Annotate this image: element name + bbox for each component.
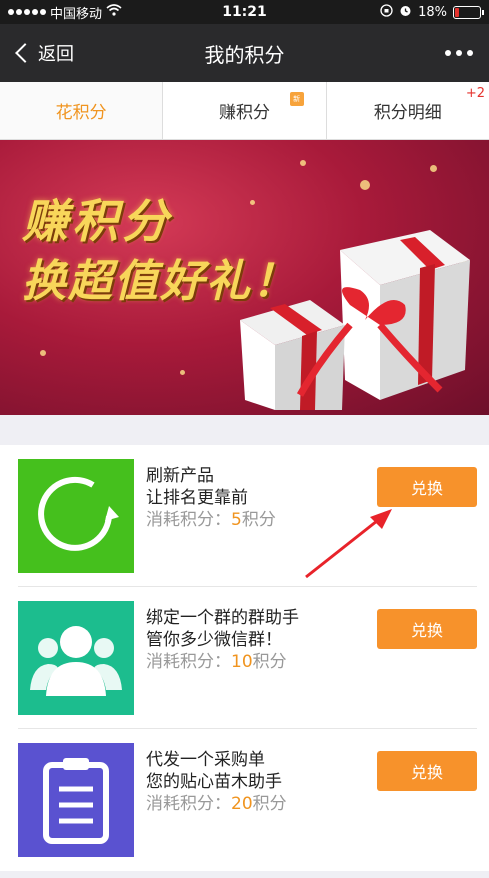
list-item: 绑定一个群的群助手 管你多少微信群！ 消耗积分：10积分 兑换 bbox=[0, 587, 489, 729]
tab-label: 赚积分 bbox=[218, 103, 270, 123]
status-bar: 中国移动 11:21 18% bbox=[0, 0, 489, 24]
more-dot-icon bbox=[456, 50, 462, 56]
battery-fill bbox=[455, 7, 460, 17]
annotation-arrow bbox=[305, 509, 392, 579]
item-text: 代发一个采购单 您的贴心苗木助手 消耗积分：20积分 bbox=[146, 749, 377, 871]
battery-icon bbox=[453, 5, 484, 19]
more-dot-icon bbox=[467, 50, 473, 56]
group-icon bbox=[18, 601, 134, 715]
cost-label: 消耗积分： bbox=[146, 510, 231, 530]
cost-value: 10 bbox=[231, 652, 253, 672]
tab-label: 花积分 bbox=[55, 103, 107, 123]
sparkle-decoration bbox=[430, 165, 437, 172]
cost-label: 消耗积分： bbox=[146, 652, 231, 672]
exchange-button[interactable]: 兑换 bbox=[377, 467, 477, 507]
rotation-lock-icon bbox=[380, 3, 393, 21]
promo-banner[interactable]: 赚积分 换超值好礼！ bbox=[0, 140, 489, 415]
list-item: 刷新产品 让排名更靠前 消耗积分：5积分 兑换 bbox=[0, 445, 489, 587]
tab-earn-points[interactable]: 赚积分 新 bbox=[163, 82, 327, 139]
item-title: 代发一个采购单 bbox=[146, 750, 265, 770]
sparkle-decoration bbox=[360, 180, 370, 190]
item-subtitle: 管你多少微信群！ bbox=[146, 630, 282, 650]
status-right: 18% bbox=[380, 3, 484, 21]
gift-box-icon bbox=[240, 230, 470, 410]
battery-percent: 18% bbox=[418, 4, 447, 20]
nav-bar: 返回 我的积分 bbox=[0, 24, 489, 82]
cost-label: 消耗积分： bbox=[146, 794, 231, 814]
sparkle-decoration bbox=[300, 160, 306, 166]
count-badge: +2 bbox=[465, 86, 485, 101]
list-item: 代发一个采购单 您的贴心苗木助手 消耗积分：20积分 兑换 bbox=[0, 729, 489, 871]
item-subtitle: 您的贴心苗木助手 bbox=[146, 772, 282, 792]
tab-bar: 花积分 赚积分 新 积分明细 +2 bbox=[0, 82, 489, 140]
more-menu-button[interactable] bbox=[445, 50, 489, 56]
status-left: 中国移动 bbox=[8, 3, 122, 22]
signal-icon bbox=[8, 9, 46, 15]
wifi-icon bbox=[106, 4, 122, 20]
alarm-icon bbox=[399, 4, 412, 21]
cost-unit: 积分 bbox=[252, 794, 287, 814]
exchange-button[interactable]: 兑换 bbox=[377, 751, 477, 791]
banner-headline: 赚积分 bbox=[22, 194, 172, 248]
clipboard-icon bbox=[18, 743, 134, 857]
exchange-list: 刷新产品 让排名更靠前 消耗积分：5积分 兑换 绑定一个群的群助手 管你多少微信… bbox=[0, 445, 489, 871]
cost-unit: 积分 bbox=[241, 510, 276, 530]
sparkle-decoration bbox=[40, 350, 46, 356]
item-title: 绑定一个群的群助手 bbox=[146, 608, 299, 628]
cost-value: 5 bbox=[231, 510, 242, 530]
sparkle-decoration bbox=[250, 200, 255, 205]
back-button[interactable]: 返回 bbox=[0, 40, 74, 66]
tab-spend-points[interactable]: 花积分 bbox=[0, 82, 164, 139]
tab-points-detail[interactable]: 积分明细 +2 bbox=[327, 82, 489, 139]
carrier-name: 中国移动 bbox=[50, 6, 103, 22]
item-cost: 消耗积分：10积分 bbox=[146, 651, 377, 673]
tab-label: 积分明细 bbox=[373, 103, 442, 123]
more-dot-icon bbox=[445, 50, 451, 56]
item-text: 绑定一个群的群助手 管你多少微信群！ 消耗积分：10积分 bbox=[146, 607, 377, 729]
item-cost: 消耗积分：20积分 bbox=[146, 793, 377, 815]
exchange-button[interactable]: 兑换 bbox=[377, 609, 477, 649]
refresh-icon bbox=[18, 459, 134, 573]
new-badge: 新 bbox=[289, 92, 304, 106]
chevron-left-icon bbox=[15, 43, 35, 63]
cost-unit: 积分 bbox=[252, 652, 287, 672]
sparkle-decoration bbox=[180, 370, 185, 375]
item-title: 刷新产品 bbox=[146, 466, 214, 486]
cost-value: 20 bbox=[231, 794, 253, 814]
back-label: 返回 bbox=[38, 44, 74, 65]
